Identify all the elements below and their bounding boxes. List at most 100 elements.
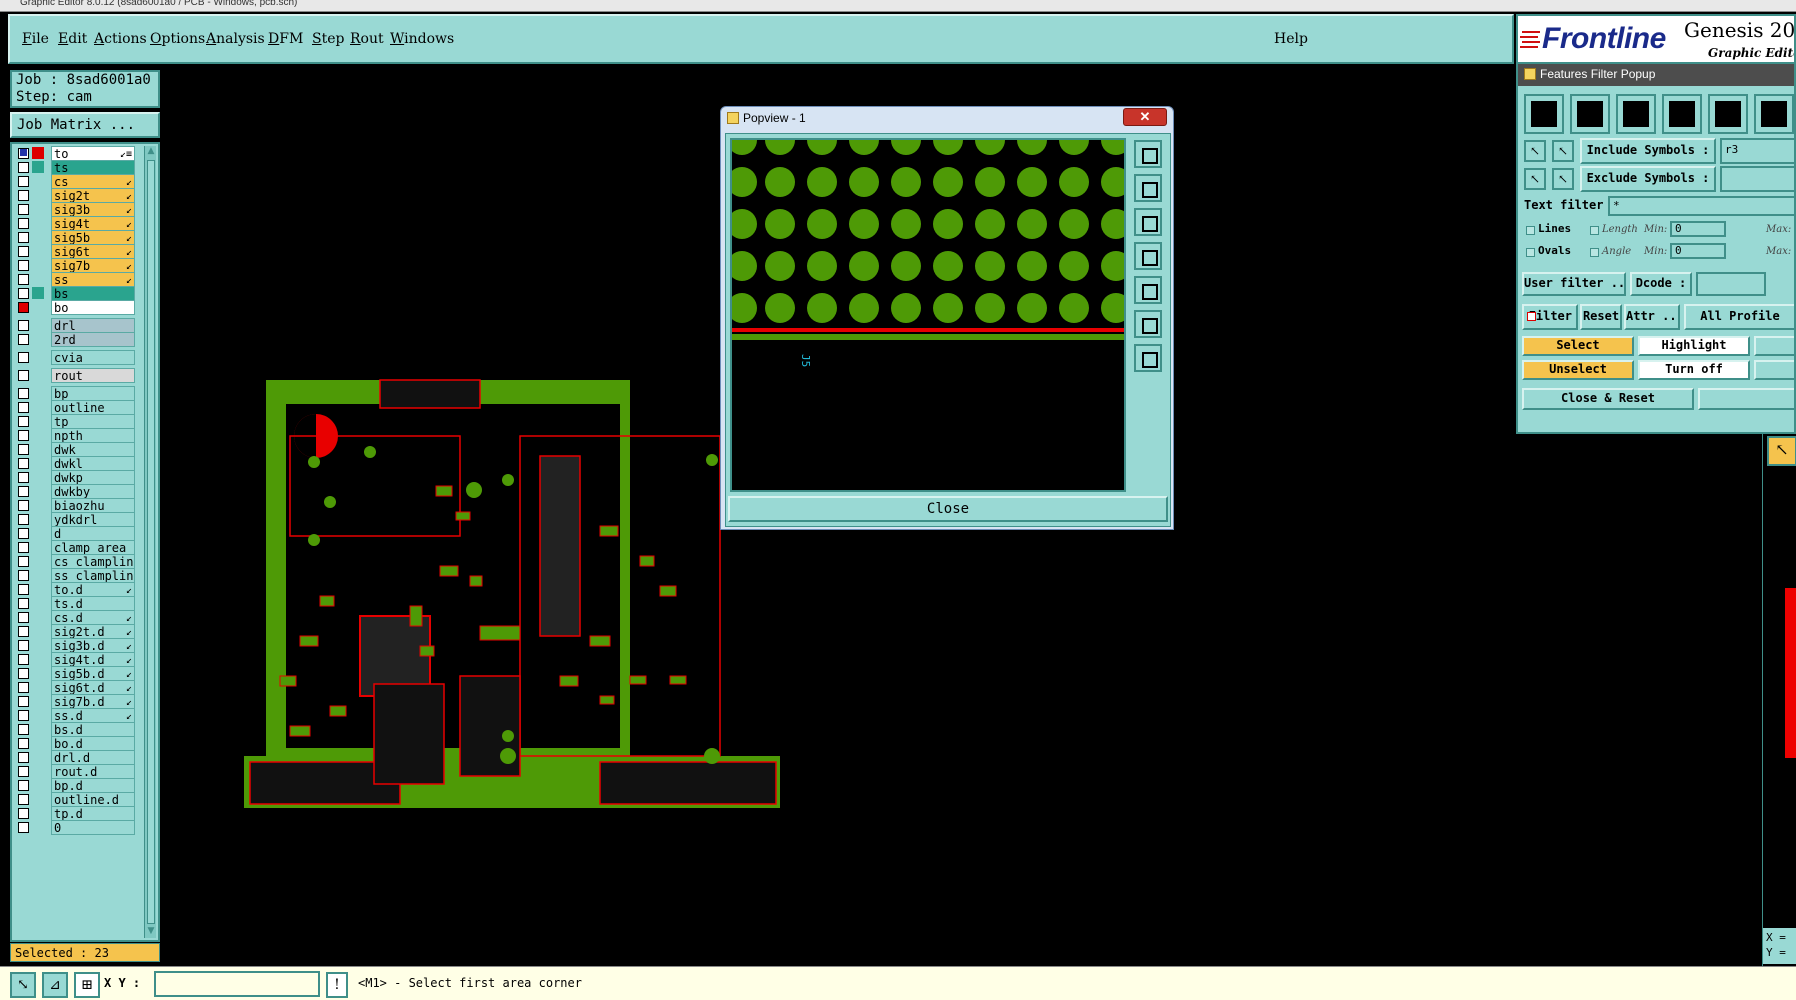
unselect-button[interactable]: Unselect	[1522, 360, 1634, 380]
include-symbols-input[interactable]: r3	[1720, 138, 1794, 164]
layer-row-drl[interactable]: drl	[14, 318, 142, 333]
menu-step[interactable]: Step	[312, 31, 344, 47]
exclude-symbols-button[interactable]: Exclude Symbols :	[1580, 166, 1716, 192]
text-filter-input[interactable]: *	[1608, 196, 1794, 216]
layer-checkbox[interactable]	[18, 808, 29, 819]
dcode-button[interactable]: Dcode :	[1630, 272, 1692, 296]
close-reset-button[interactable]: Close & Reset	[1522, 388, 1694, 410]
layer-row-rout[interactable]: rout	[14, 368, 142, 383]
select-extra-button[interactable]	[1754, 336, 1794, 356]
layer-row-sig2t[interactable]: sig2t ↙	[14, 188, 142, 203]
layer-row-cs-d[interactable]: cs.d ↙	[14, 610, 142, 625]
arc-symbol-button[interactable]	[1662, 94, 1702, 134]
layer-row-rout-d[interactable]: rout.d	[14, 764, 142, 779]
layer-checkbox[interactable]	[18, 710, 29, 721]
close-button-partial[interactable]	[1698, 388, 1794, 410]
text-symbol-button[interactable]	[1708, 94, 1748, 134]
layer-checkbox[interactable]	[18, 780, 29, 791]
layer-checkbox[interactable]	[18, 584, 29, 595]
menu-edit[interactable]: Edit	[58, 31, 87, 47]
layer-row-ss-d[interactable]: ss.d ↙	[14, 708, 142, 723]
exclude-symbols-input[interactable]	[1720, 166, 1794, 192]
layer-row-bs[interactable]: bs	[14, 286, 142, 301]
length-min-input[interactable]: 0	[1670, 221, 1726, 237]
popview-pan-down-button[interactable]	[1134, 208, 1162, 236]
layer-row-tp-d[interactable]: tp.d	[14, 806, 142, 821]
layer-checkbox[interactable]	[18, 260, 29, 271]
layer-row-outline[interactable]: outline	[14, 400, 142, 415]
layer-row-to-d[interactable]: to.d ↙	[14, 582, 142, 597]
layer-scrollbar[interactable]: ▲ ▼	[144, 146, 156, 938]
menu-file[interactable]: File	[22, 31, 49, 47]
layer-checkbox[interactable]	[18, 444, 29, 455]
layer-row-bp-d[interactable]: bp.d	[14, 778, 142, 793]
layer-row-bs-d[interactable]: bs.d	[14, 722, 142, 737]
zoom-area-icon[interactable]: ⤡	[10, 972, 36, 998]
dcode-input[interactable]	[1696, 272, 1766, 296]
layer-row-ts[interactable]: ts	[14, 160, 142, 175]
layer-row-sig4t-d[interactable]: sig4t.d ↙	[14, 652, 142, 667]
layer-checkbox[interactable]	[18, 514, 29, 525]
layer-checkbox[interactable]	[18, 598, 29, 609]
layer-checkbox[interactable]	[18, 334, 29, 345]
popview-zoom-in-button[interactable]	[1134, 344, 1162, 372]
layer-checkbox[interactable]	[18, 556, 29, 567]
popview-close-x-button[interactable]: ✕	[1123, 108, 1167, 126]
line-symbol-button[interactable]	[1524, 94, 1564, 134]
layer-checkbox[interactable]	[18, 458, 29, 469]
layer-checkbox[interactable]	[18, 500, 29, 511]
info-icon[interactable]: !	[326, 972, 348, 998]
menu-help[interactable]: Help	[1274, 31, 1308, 47]
layer-checkbox[interactable]	[18, 352, 29, 363]
layer-checkbox[interactable]	[18, 696, 29, 707]
layer-checkbox[interactable]	[18, 204, 29, 215]
layer-row-drl-d[interactable]: drl.d	[14, 750, 142, 765]
angle-checkbox[interactable]	[1590, 248, 1599, 257]
angle-min-input[interactable]: 0	[1670, 243, 1726, 259]
layer-checkbox[interactable]	[18, 246, 29, 257]
grid-icon[interactable]: ⊞	[74, 972, 100, 998]
layer-checkbox[interactable]	[18, 416, 29, 427]
layer-checkbox[interactable]	[18, 472, 29, 483]
layer-checkbox[interactable]	[18, 752, 29, 763]
layer-row-ss_clampline[interactable]: ss_clampline	[14, 568, 142, 583]
include-pick-icon[interactable]: ↖	[1552, 140, 1574, 162]
layer-row-sig5b[interactable]: sig5b ↙	[14, 230, 142, 245]
layer-row-d[interactable]: d	[14, 526, 142, 541]
layer-checkbox[interactable]	[18, 430, 29, 441]
layer-row-sig7b[interactable]: sig7b ↙	[14, 258, 142, 273]
popview-pan-right-button[interactable]	[1134, 276, 1162, 304]
layer-row-sig3b[interactable]: sig3b ↙	[14, 202, 142, 217]
reset-button[interactable]: Reset	[1580, 304, 1622, 330]
length-checkbox[interactable]	[1590, 226, 1599, 235]
layer-row-sig7b-d[interactable]: sig7b.d ↙	[14, 694, 142, 709]
layer-row-dwkby[interactable]: dwkby	[14, 484, 142, 499]
layer-checkbox[interactable]	[18, 190, 29, 201]
popview-zoom-fit-button[interactable]	[1134, 140, 1162, 168]
layer-checkbox[interactable]	[18, 370, 29, 381]
xy-input[interactable]	[154, 971, 320, 997]
scroll-down-icon[interactable]: ▼	[146, 926, 156, 936]
layer-checkbox[interactable]	[18, 486, 29, 497]
layer-row-dwkp[interactable]: dwkp	[14, 470, 142, 485]
layer-checkbox[interactable]	[18, 542, 29, 553]
user-filter-button[interactable]: User filter ...	[1522, 272, 1626, 296]
layer-row-outline-d[interactable]: outline.d	[14, 792, 142, 807]
layer-row-biaozhu[interactable]: biaozhu	[14, 498, 142, 513]
layer-row-cvia[interactable]: cvia	[14, 350, 142, 365]
layer-row-cs[interactable]: cs ↙	[14, 174, 142, 189]
layer-row-bp[interactable]: bp	[14, 386, 142, 401]
layer-row-sig4t[interactable]: sig4t ↙	[14, 216, 142, 231]
layer-row-bo[interactable]: bo	[14, 300, 142, 315]
layer-checkbox[interactable]	[18, 822, 29, 833]
select-button[interactable]: Select	[1522, 336, 1634, 356]
all-profile-button[interactable]: All Profile	[1684, 304, 1794, 330]
layer-row-npth[interactable]: npth	[14, 428, 142, 443]
highlight-button[interactable]: Highlight	[1638, 336, 1750, 356]
layer-row-bo-d[interactable]: bo.d	[14, 736, 142, 751]
popview-zoom-out-button[interactable]	[1134, 310, 1162, 338]
layer-checkbox[interactable]	[18, 640, 29, 651]
layer-row-sig3b-d[interactable]: sig3b.d ↙	[14, 638, 142, 653]
lines-checkbox[interactable]	[1526, 226, 1535, 235]
layer-row-dwkl[interactable]: dwkl	[14, 456, 142, 471]
